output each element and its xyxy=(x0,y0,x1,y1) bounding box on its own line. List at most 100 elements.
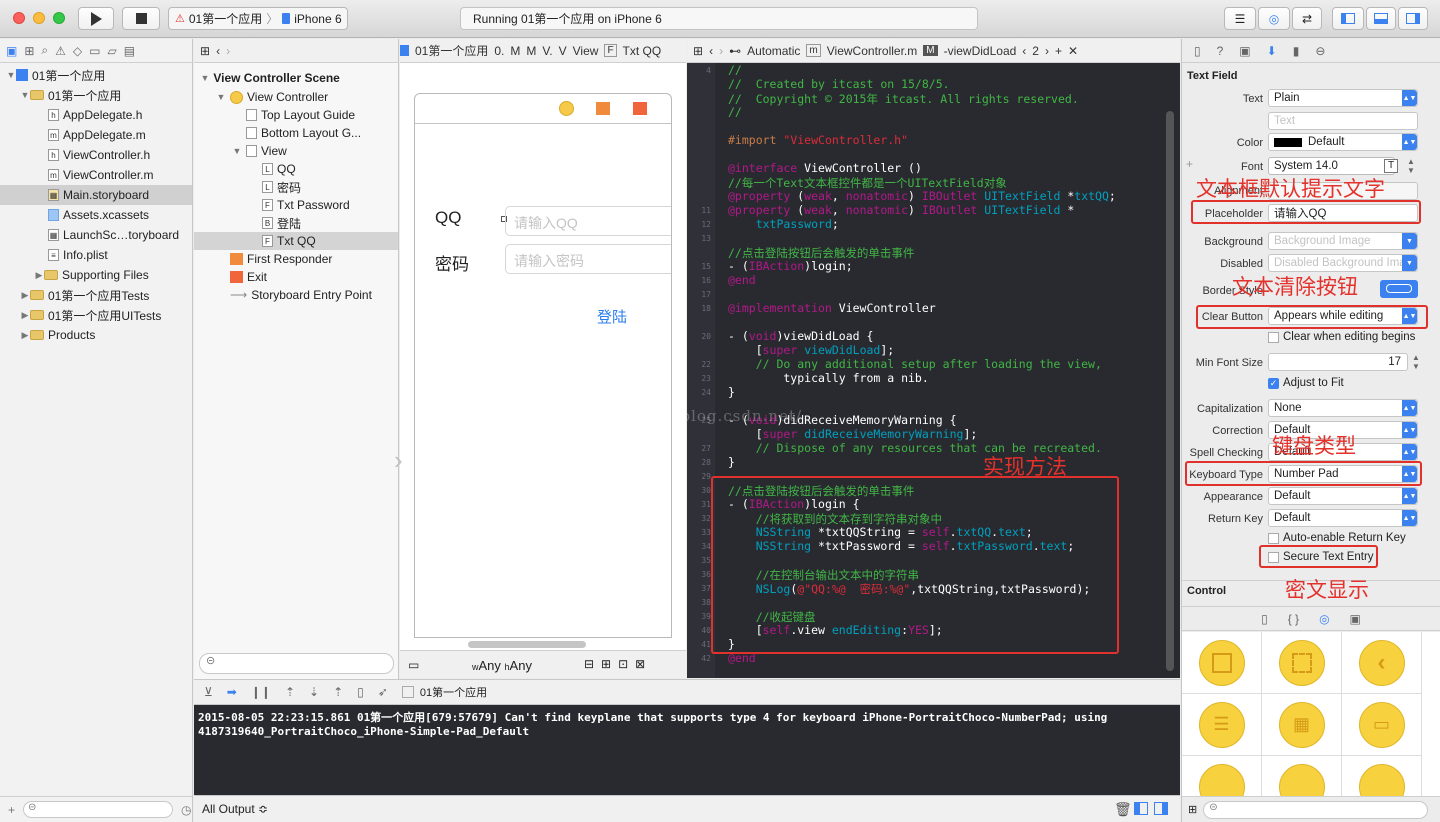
assistant-editor-button[interactable]: ◎ xyxy=(1258,7,1290,30)
library-item[interactable] xyxy=(1262,756,1342,796)
pause-icon[interactable]: ❙❙ xyxy=(251,685,271,699)
password-text-field[interactable]: 请输入密码 xyxy=(505,244,671,274)
file-inspector-icon[interactable]: ▯ xyxy=(1194,44,1201,58)
exit-icon[interactable] xyxy=(633,102,647,115)
breakpoint-icon[interactable]: ▱ xyxy=(107,44,116,58)
outline-item[interactable]: Bottom Layout G... xyxy=(194,124,398,142)
horizontal-scrollbar[interactable] xyxy=(468,641,586,648)
text-value-field[interactable]: Text xyxy=(1268,112,1418,130)
output-filter-select[interactable]: All Output ≎ xyxy=(202,802,268,816)
background-select[interactable]: Background Image ▼ xyxy=(1268,232,1418,250)
outline-item[interactable]: ⟶ Storyboard Entry Point xyxy=(194,286,398,304)
clear-editing-checkbox[interactable]: Clear when editing begins xyxy=(1268,331,1415,343)
tree-item-file-selected[interactable]: ▦ Main.storyboard xyxy=(0,185,192,205)
console-view-icon[interactable] xyxy=(1154,802,1168,815)
media-library-icon[interactable]: ▣ xyxy=(1350,612,1361,626)
outline-item[interactable]: L QQ xyxy=(194,160,398,178)
font-picker-icon[interactable]: T xyxy=(1384,159,1398,173)
filter-field[interactable]: ⊝ xyxy=(23,801,174,818)
version-editor-button[interactable]: ⇄ xyxy=(1292,7,1322,30)
tree-item-group[interactable]: ▶ Supporting Files xyxy=(0,265,192,285)
library-item[interactable]: ▭ xyxy=(1342,694,1422,756)
add-editor-icon[interactable]: + xyxy=(1055,44,1062,58)
toggle-debug-button[interactable] xyxy=(1366,7,1396,30)
forward-icon[interactable]: › xyxy=(719,44,723,58)
back-icon[interactable]: ‹ xyxy=(216,44,220,58)
prev-icon[interactable]: ‹ xyxy=(1022,44,1026,58)
close-window-button[interactable] xyxy=(13,12,25,24)
zoom-window-button[interactable] xyxy=(53,12,65,24)
breakpoints-toggle-icon[interactable]: ➡ xyxy=(227,685,237,699)
view-controller-icon[interactable] xyxy=(559,101,574,116)
qq-label[interactable]: QQ xyxy=(435,208,461,228)
min-font-stepper[interactable]: ▲ ▼ xyxy=(1412,353,1420,371)
size-icon[interactable]: ▮ xyxy=(1293,44,1300,58)
tree-item-file[interactable]: Assets.xcassets xyxy=(0,205,192,225)
font-stepper[interactable]: ▲ ▼ xyxy=(1407,157,1415,175)
outline-view[interactable]: ▼ View xyxy=(194,142,398,160)
file-crumb[interactable]: ViewController.m xyxy=(827,44,917,58)
outline-scene[interactable]: ▼ View Controller Scene xyxy=(194,68,398,88)
outline-view-controller[interactable]: ▼ View Controller xyxy=(194,88,398,106)
connections-icon[interactable]: ⊖ xyxy=(1315,44,1325,58)
run-button[interactable] xyxy=(78,7,114,30)
library-filter-field[interactable]: ⊝ xyxy=(1203,800,1429,819)
hide-debug-icon[interactable]: ⊻ xyxy=(204,685,213,699)
search-icon[interactable]: ⌕ xyxy=(41,43,48,58)
size-class-control[interactable]: wAny hAny xyxy=(472,658,532,673)
close-editor-icon[interactable]: ✕ xyxy=(1068,44,1078,58)
file-template-icon[interactable]: ▯ xyxy=(1261,612,1268,626)
debug-icon[interactable]: ▭ xyxy=(89,44,100,58)
layout-tools[interactable]: ⊟⊞⊡⊠ xyxy=(584,657,652,671)
tree-item-group[interactable]: ▶ 01第一个应用UITests xyxy=(0,305,192,325)
help-icon[interactable]: ? xyxy=(1217,44,1224,58)
object-library-icon[interactable]: ◎ xyxy=(1319,612,1329,626)
outline-item-selected[interactable]: F Txt QQ xyxy=(194,232,398,250)
outline-item[interactable]: Top Layout Guide xyxy=(194,106,398,124)
tree-item-group[interactable]: ▼ 01第一个应用 xyxy=(0,85,192,105)
step-over-icon[interactable]: ⇡ xyxy=(285,685,295,699)
attributes-icon[interactable]: ⬇ xyxy=(1267,44,1277,58)
library-item[interactable]: ▦ xyxy=(1262,694,1342,756)
code-scrollbar[interactable] xyxy=(1166,111,1174,671)
text-type-select[interactable]: Plain ▲▼ xyxy=(1268,89,1418,107)
folder-icon[interactable]: ▣ xyxy=(6,44,17,58)
trash-icon[interactable]: 🗑 xyxy=(1114,801,1132,818)
code-snippet-icon[interactable]: { } xyxy=(1288,612,1299,626)
symbol-icon[interactable]: ⊞ xyxy=(24,44,34,58)
login-button[interactable]: 登陆 xyxy=(597,306,627,327)
step-into-icon[interactable]: ⇣ xyxy=(309,685,319,699)
tree-item-file[interactable]: m AppDelegate.m xyxy=(0,125,192,145)
grid-icon[interactable]: ⊞ xyxy=(200,44,210,58)
password-label[interactable]: 密码 xyxy=(435,250,469,275)
stop-button[interactable] xyxy=(122,7,160,30)
variables-view-icon[interactable] xyxy=(1134,802,1148,815)
toggle-utilities-button[interactable] xyxy=(1398,7,1428,30)
tree-item-file[interactable]: ▦ LaunchSc…toryboard xyxy=(0,225,192,245)
outline-item[interactable]: F Txt Password xyxy=(194,196,398,214)
scheme-selector[interactable]: ⚠ 01第一个应用 〉 iPhone 6 xyxy=(168,7,348,30)
identity-icon[interactable]: ▣ xyxy=(1239,44,1250,58)
outline-item[interactable]: Exit xyxy=(194,268,398,286)
capitalization-select[interactable]: None ▲▼ xyxy=(1268,399,1418,417)
outline-item[interactable]: First Responder xyxy=(194,250,398,268)
library-item[interactable] xyxy=(1262,632,1342,694)
forward-icon[interactable]: › xyxy=(226,44,230,58)
color-select[interactable]: Default ▲▼ xyxy=(1268,133,1418,151)
appearance-select[interactable]: Default ▲▼ xyxy=(1268,487,1418,505)
grid-icon[interactable]: ⊞ xyxy=(693,44,703,58)
grid-view-icon[interactable]: ⊞ xyxy=(1188,803,1197,816)
recent-icon[interactable]: ◷ xyxy=(181,803,191,817)
add-icon[interactable]: + xyxy=(8,803,15,817)
library-item[interactable] xyxy=(1182,756,1262,796)
border-style-selected[interactable] xyxy=(1380,280,1418,298)
adjust-to-fit-checkbox[interactable]: ✓ Adjust to Fit xyxy=(1268,377,1344,389)
auto-return-checkbox[interactable]: Auto-enable Return Key xyxy=(1268,532,1406,544)
outline-item[interactable]: B 登陆 xyxy=(194,214,398,232)
qq-text-field[interactable]: 请输入QQ xyxy=(505,206,671,236)
tree-item-group[interactable]: ▶ 01第一个应用Tests xyxy=(0,285,192,305)
test-icon[interactable]: ◇ xyxy=(73,44,82,58)
location-icon[interactable]: ➶ xyxy=(378,685,388,699)
report-icon[interactable]: ▤ xyxy=(124,44,135,58)
next-icon[interactable]: › xyxy=(1045,44,1049,58)
